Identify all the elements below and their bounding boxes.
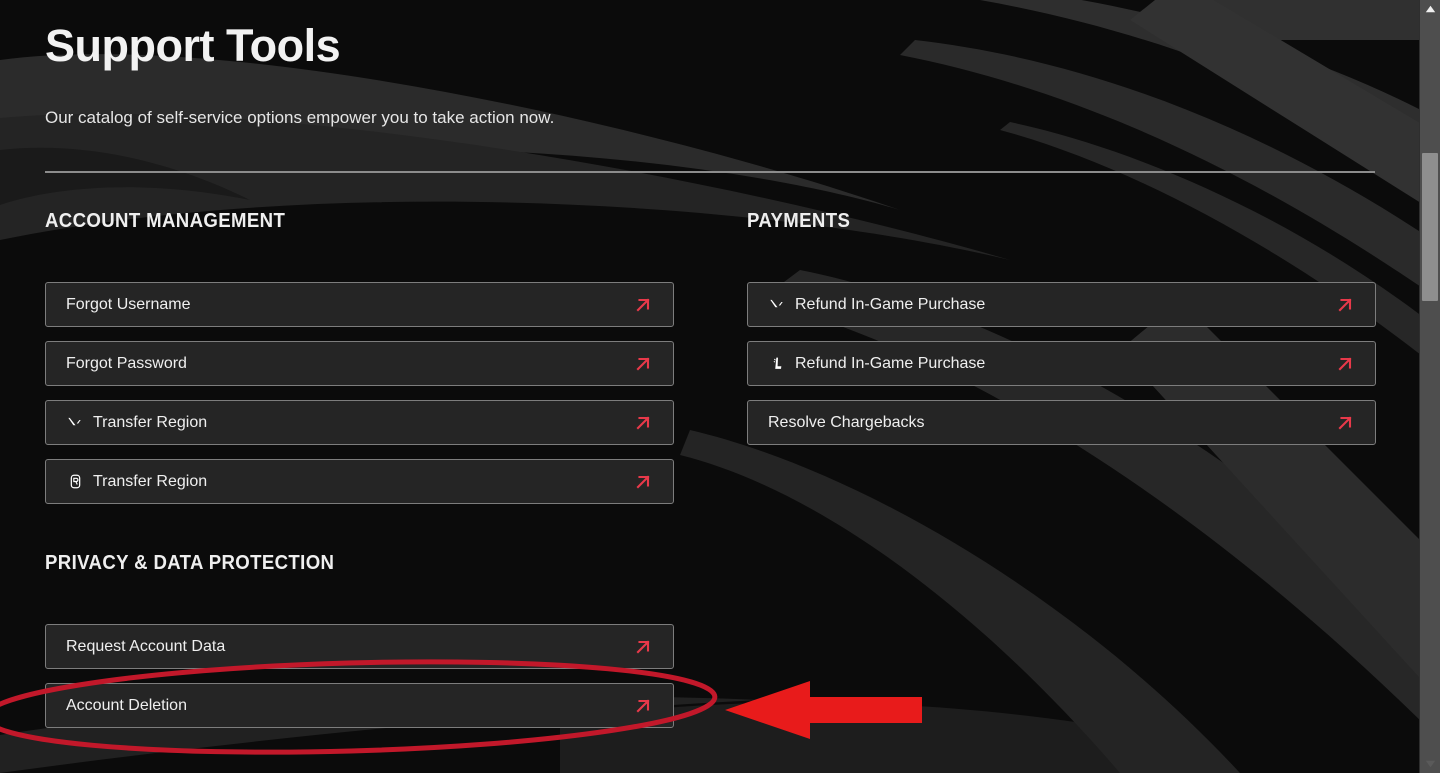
tool-button-refund-in-game-purchase-league-of-legends[interactable]: Refund In-Game Purchase — [747, 341, 1376, 386]
riot-game-icon — [66, 473, 84, 491]
triangle-down-icon — [1425, 760, 1435, 768]
tool-button-label: Resolve Chargebacks — [768, 413, 925, 431]
section-heading-account-management: ACCOUNT MANAGEMENT — [45, 210, 286, 232]
vertical-scrollbar[interactable] — [1419, 0, 1440, 773]
tool-button-transfer-region-valorant[interactable]: Transfer Region — [45, 400, 674, 445]
section-heading-privacy-data-protection: PRIVACY & DATA PROTECTION — [45, 552, 335, 574]
tool-button-account-deletion[interactable]: Account Deletion — [45, 683, 674, 728]
tool-button-label: Forgot Username — [66, 295, 191, 313]
tool-button-label: Forgot Password — [66, 354, 187, 372]
valorant-icon — [768, 296, 786, 314]
tool-button-transfer-region-riot-game[interactable]: Transfer Region — [45, 459, 674, 504]
tool-button-label: Account Deletion — [66, 696, 187, 714]
scrollbar-down-button[interactable] — [1420, 755, 1440, 773]
tool-button-label: Refund In-Game Purchase — [795, 354, 986, 372]
tool-button-forgot-username[interactable]: Forgot Username — [45, 282, 674, 327]
valorant-icon — [66, 414, 84, 432]
tool-button-refund-in-game-purchase-valorant[interactable]: Refund In-Game Purchase — [747, 282, 1376, 327]
page-title: Support Tools — [45, 20, 341, 71]
external-link-arrow-icon — [636, 699, 650, 712]
external-link-arrow-icon — [636, 298, 650, 311]
league-of-legends-icon — [768, 355, 786, 373]
external-link-arrow-icon — [636, 357, 650, 370]
header-divider — [45, 171, 1375, 173]
tool-button-resolve-chargebacks[interactable]: Resolve Chargebacks — [747, 400, 1376, 445]
tool-button-request-account-data[interactable]: Request Account Data — [45, 624, 674, 669]
tool-button-label: Refund In-Game Purchase — [795, 295, 986, 313]
external-link-arrow-icon — [636, 640, 650, 653]
support-tools-page: Support Tools Our catalog of self-servic… — [0, 0, 1440, 773]
scrollbar-up-button[interactable] — [1420, 0, 1440, 18]
tool-button-forgot-password[interactable]: Forgot Password — [45, 341, 674, 386]
tool-button-label: Transfer Region — [93, 413, 208, 431]
page-content: Support Tools Our catalog of self-servic… — [0, 0, 1419, 773]
page-subtitle: Our catalog of self-service options empo… — [45, 108, 555, 127]
external-link-arrow-icon — [636, 475, 650, 488]
external-link-arrow-icon — [636, 416, 650, 429]
triangle-up-icon — [1425, 5, 1435, 13]
tool-button-label: Request Account Data — [66, 637, 226, 655]
external-link-arrow-icon — [1338, 357, 1352, 370]
scrollbar-thumb[interactable] — [1422, 153, 1438, 301]
tool-button-label: Transfer Region — [93, 472, 208, 490]
section-heading-payments: PAYMENTS — [747, 210, 851, 232]
external-link-arrow-icon — [1338, 416, 1352, 429]
external-link-arrow-icon — [1338, 298, 1352, 311]
